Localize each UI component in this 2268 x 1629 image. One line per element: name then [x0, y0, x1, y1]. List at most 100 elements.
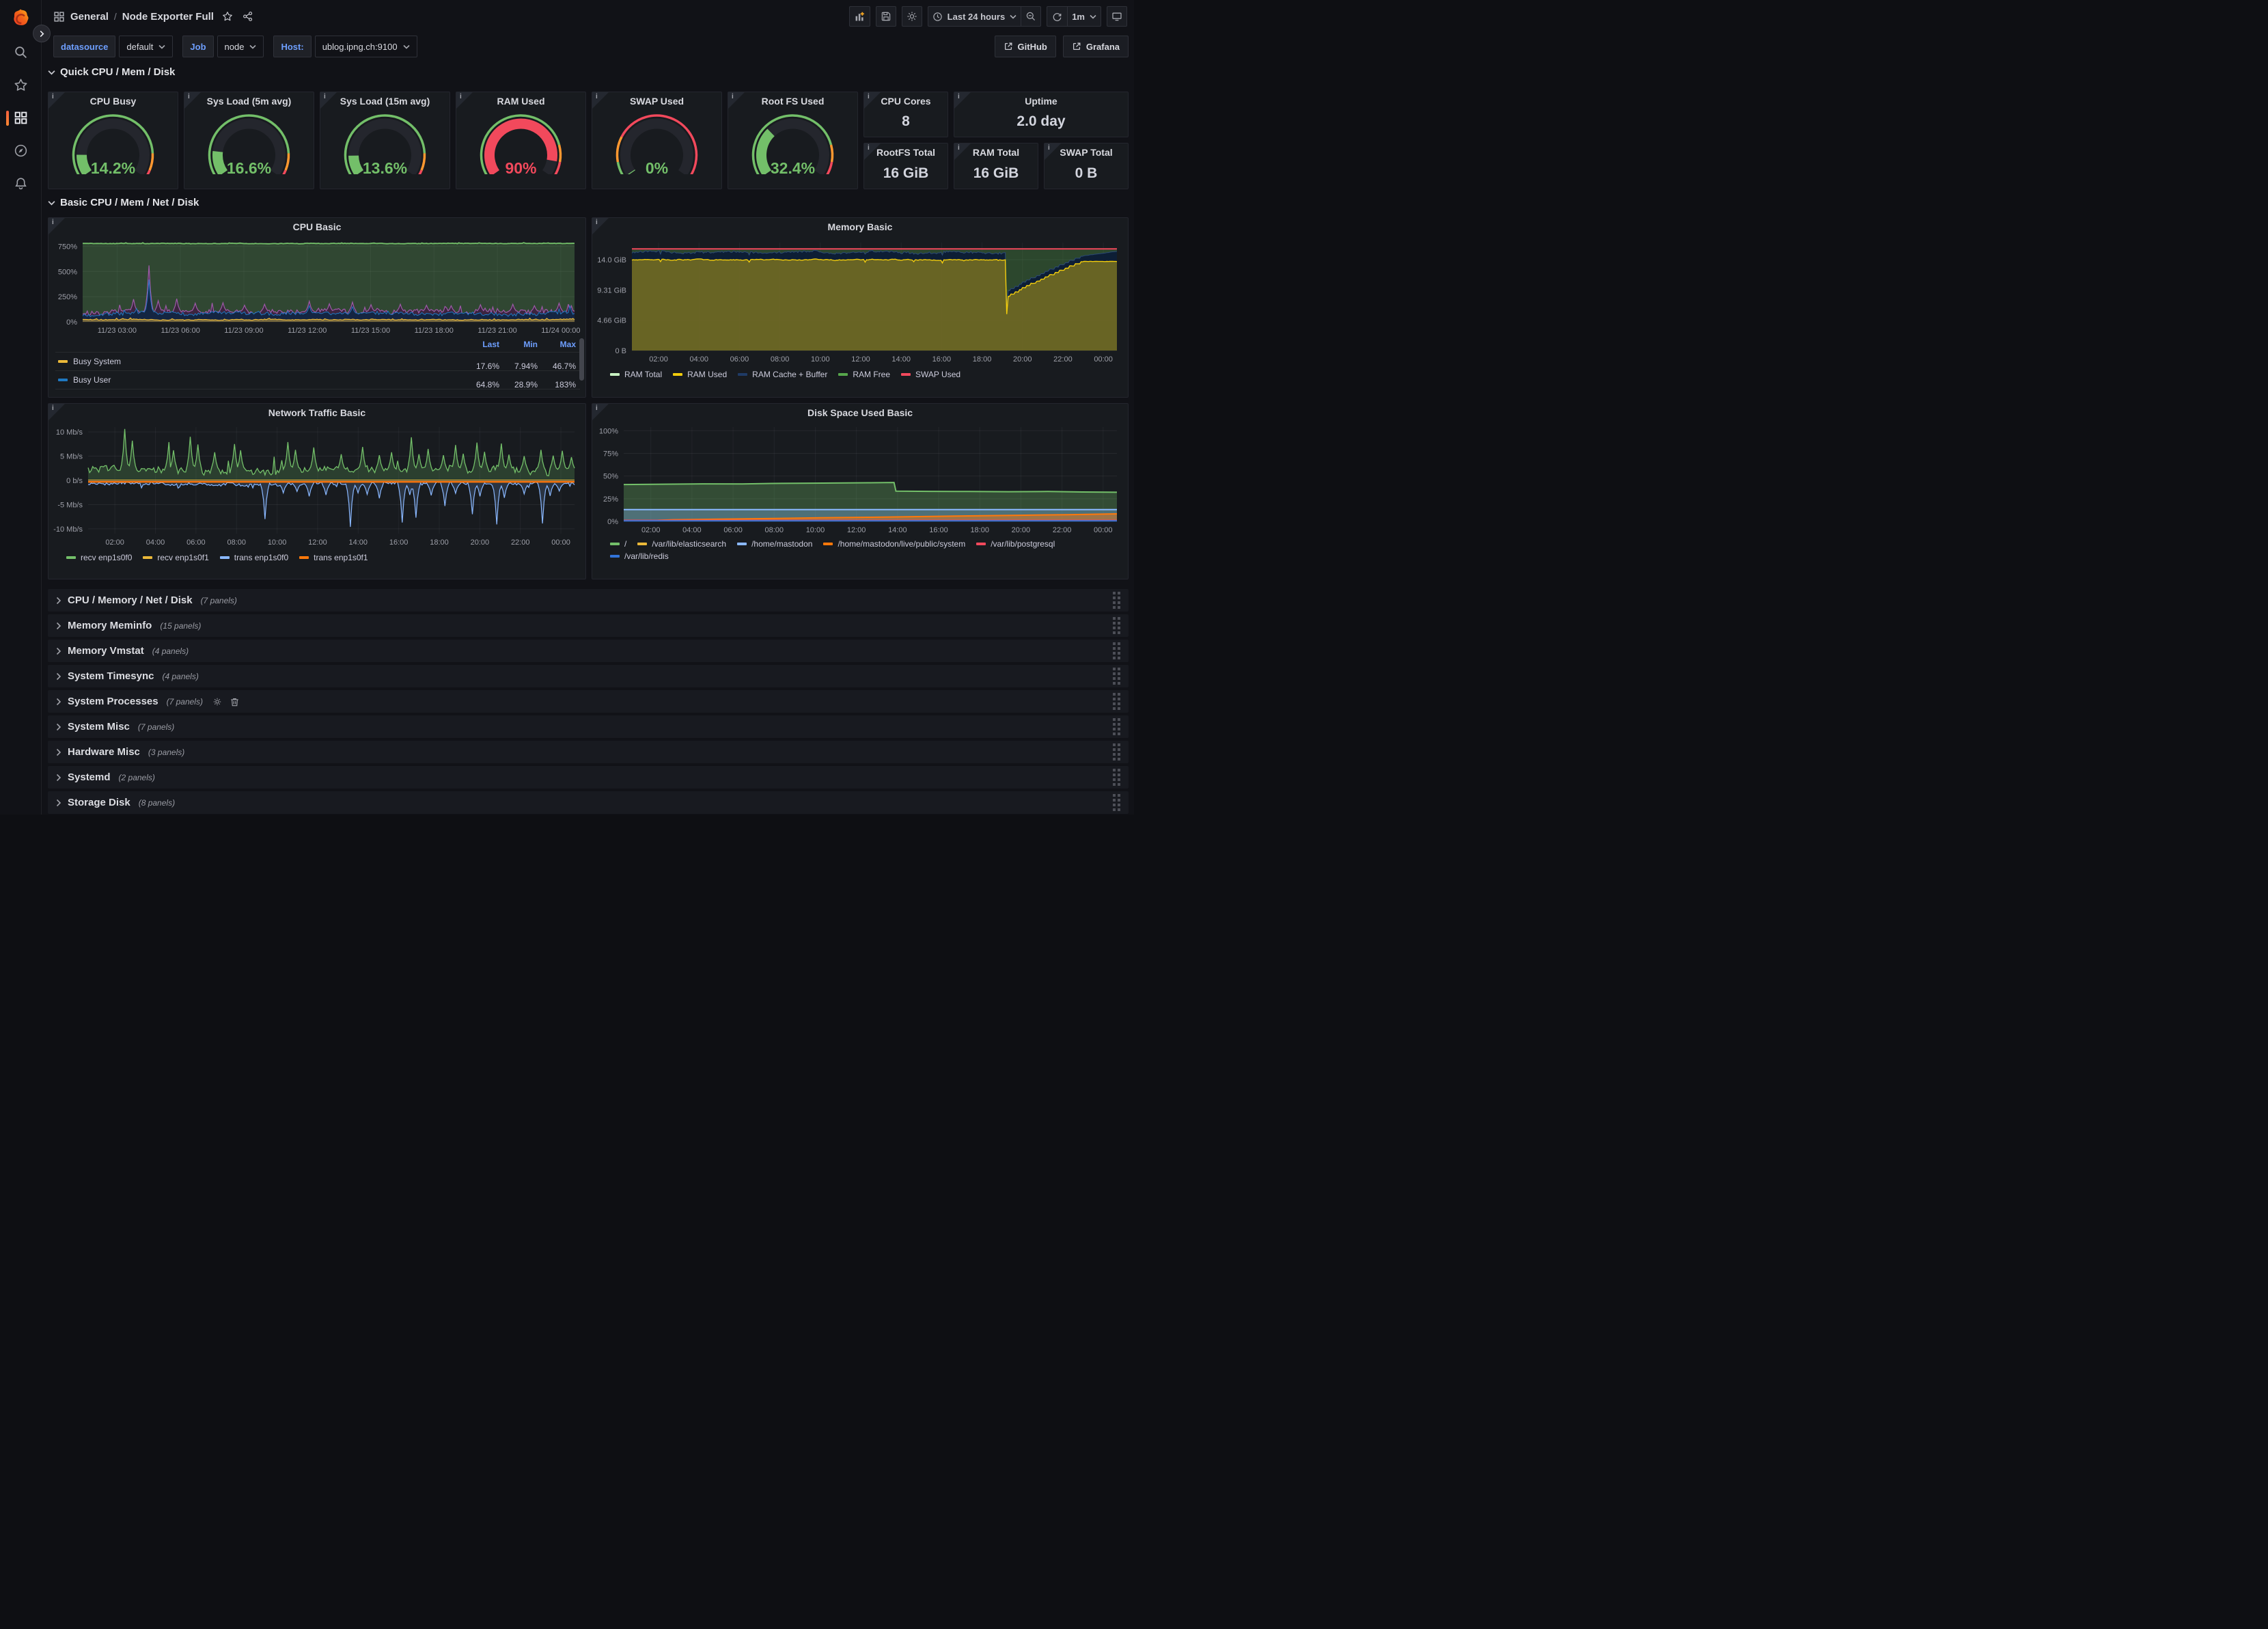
row-drag-handle[interactable] [1113, 668, 1120, 685]
alerting-bell-icon[interactable] [0, 176, 41, 191]
refresh-button[interactable] [1047, 6, 1067, 27]
panel-title[interactable]: Disk Space Used Basic [592, 407, 1128, 418]
legend-item[interactable]: SWAP Used [901, 370, 960, 379]
row-drag-handle[interactable] [1113, 769, 1120, 786]
disk-space-chart[interactable]: 0%25%50%75%100%02:0004:0006:0008:0010:00… [592, 422, 1128, 579]
legend-item[interactable]: /var/lib/redis [610, 551, 669, 561]
panel-title[interactable]: Memory Basic [592, 221, 1128, 232]
grafana-link-button[interactable]: Grafana [1063, 36, 1129, 57]
legend-table-row[interactable]: Busy System17.6%7.94%46.7% [55, 352, 580, 370]
svg-text:00:00: 00:00 [551, 538, 570, 547]
gauge-panel-cpu-busy: iCPU Busy14.2% [48, 92, 178, 189]
legend-table-row[interactable]: Busy User64.8%28.9%183% [55, 370, 580, 389]
row-drag-handle[interactable] [1113, 794, 1120, 811]
legend-item[interactable]: /home/mastodon [737, 539, 812, 549]
row-drag-handle[interactable] [1113, 743, 1120, 761]
panel-title[interactable]: Sys Load (5m avg) [184, 96, 314, 107]
refresh-interval-dropdown[interactable]: 1m [1067, 6, 1101, 27]
panel-title[interactable]: RAM Total [954, 147, 1038, 158]
cpu-basic-chart[interactable]: 0%250%500%750%11/23 03:0011/23 06:0011/2… [49, 236, 585, 397]
add-panel-button[interactable] [849, 6, 870, 27]
panel-title[interactable]: RootFS Total [864, 147, 948, 158]
legend-item[interactable]: /var/lib/postgresql [976, 539, 1055, 549]
legend-item[interactable]: RAM Cache + Buffer [738, 370, 827, 379]
legend-item[interactable]: RAM Free [838, 370, 890, 379]
legend-column-last[interactable]: Last [458, 340, 499, 349]
collapsed-row-cpu-memory-net-disk[interactable]: CPU / Memory / Net / Disk(7 panels) [48, 589, 1129, 612]
legend-item[interactable]: recv enp1s0f1 [143, 553, 208, 562]
collapsed-row-system-timesync[interactable]: System Timesync(4 panels) [48, 665, 1129, 687]
network-traffic-chart[interactable]: -10 Mb/s-5 Mb/s0 b/s5 Mb/s10 Mb/s02:0004… [49, 422, 585, 579]
row-drag-handle[interactable] [1113, 642, 1120, 659]
collapsed-row-storage-disk[interactable]: Storage Disk(8 panels) [48, 791, 1129, 814]
sidebar-expand-button[interactable] [33, 25, 51, 42]
svg-text:25%: 25% [603, 495, 618, 504]
legend-item[interactable]: /home/mastodon/live/public/system [823, 539, 965, 549]
legend-series-name[interactable]: Busy User [73, 375, 111, 385]
collapsed-row-system-processes[interactable]: System Processes(7 panels) [48, 690, 1129, 713]
legend-scrollbar[interactable] [579, 338, 584, 381]
variable-value-dropdown[interactable]: node [217, 36, 264, 57]
search-icon[interactable] [0, 45, 41, 59]
svg-text:22:00: 22:00 [1053, 355, 1073, 364]
legend-column-min[interactable]: Min [502, 340, 538, 349]
collapsed-row-system-misc[interactable]: System Misc(7 panels) [48, 715, 1129, 738]
panel-title[interactable]: Sys Load (15m avg) [320, 96, 450, 107]
disk-space-used-basic-plot: 0%25%50%75%100%02:0004:0006:0008:0010:00… [592, 422, 1126, 538]
section-quick-cpu-mem-disk[interactable]: Quick CPU / Mem / Disk [48, 66, 175, 78]
svg-text:18:00: 18:00 [970, 526, 989, 534]
share-icon[interactable] [243, 11, 253, 22]
legend-item[interactable]: /var/lib/elasticsearch [637, 539, 726, 549]
panel-title[interactable]: CPU Busy [49, 96, 178, 107]
row-drag-handle[interactable] [1113, 693, 1120, 710]
grafana-logo[interactable] [0, 8, 41, 29]
breadcrumb-page-title[interactable]: Node Exporter Full [122, 11, 214, 23]
row-title: CPU / Memory / Net / Disk [68, 594, 193, 606]
variable-value-dropdown[interactable]: default [119, 36, 173, 57]
legend-item[interactable]: RAM Total [610, 370, 662, 379]
row-settings-gear-icon[interactable] [212, 697, 222, 707]
collapsed-row-hardware-misc[interactable]: Hardware Misc(3 panels) [48, 741, 1129, 763]
collapsed-row-memory-vmstat[interactable]: Memory Vmstat(4 panels) [48, 640, 1129, 662]
collapsed-row-systemd[interactable]: Systemd(2 panels) [48, 766, 1129, 789]
legend-column-max[interactable]: Max [540, 340, 576, 349]
star-nav-icon[interactable] [0, 78, 41, 92]
breadcrumb-section[interactable]: General [70, 11, 109, 23]
legend-item[interactable]: / [610, 539, 626, 549]
legend-item[interactable]: trans enp1s0f1 [299, 553, 368, 562]
section-basic-cpu-mem-net-disk[interactable]: Basic CPU / Mem / Net / Disk [48, 197, 199, 208]
memory-basic-chart[interactable]: 0 B4.66 GiB9.31 GiB14.0 GiB02:0004:0006:… [592, 236, 1128, 397]
panel-title[interactable]: CPU Basic [49, 221, 585, 232]
row-drag-handle[interactable] [1113, 718, 1120, 735]
save-dashboard-button[interactable] [876, 6, 896, 27]
legend-series-name[interactable]: Busy System [73, 357, 121, 366]
legend-item[interactable]: trans enp1s0f0 [220, 553, 288, 562]
row-drag-handle[interactable] [1113, 592, 1120, 609]
github-link-button[interactable]: GitHub [995, 36, 1056, 57]
legend-item[interactable]: recv enp1s0f0 [66, 553, 132, 562]
panel-title[interactable]: RAM Used [456, 96, 585, 107]
zoom-out-time-button[interactable] [1021, 6, 1041, 27]
panel-title[interactable]: Uptime [954, 96, 1128, 107]
dashboard-settings-button[interactable] [902, 6, 922, 27]
panel-title[interactable]: SWAP Used [592, 96, 721, 107]
kiosk-tv-button[interactable] [1107, 6, 1127, 27]
time-range-picker[interactable]: Last 24 hours [928, 6, 1021, 27]
legend-item[interactable]: RAM Used [673, 370, 727, 379]
svg-text:10:00: 10:00 [806, 526, 825, 534]
grafana-link-label: Grafana [1086, 42, 1120, 52]
panel-title[interactable]: Root FS Used [728, 96, 857, 107]
panel-title[interactable]: Network Traffic Basic [49, 407, 585, 418]
legend-value: 7.94% [502, 361, 538, 371]
panel-title[interactable]: SWAP Total [1045, 147, 1128, 158]
row-delete-trash-icon[interactable] [230, 697, 239, 707]
collapsed-row-memory-meminfo[interactable]: Memory Meminfo(15 panels) [48, 614, 1129, 637]
section-title: Quick CPU / Mem / Disk [60, 66, 175, 78]
row-drag-handle[interactable] [1113, 617, 1120, 634]
variable-value-dropdown[interactable]: ublog.ipng.ch:9100 [315, 36, 417, 57]
svg-text:500%: 500% [58, 268, 77, 276]
favorite-star-icon[interactable] [222, 11, 233, 22]
dashboards-icon[interactable] [0, 111, 41, 125]
explore-compass-icon[interactable] [0, 143, 41, 158]
panel-title[interactable]: CPU Cores [864, 96, 948, 107]
